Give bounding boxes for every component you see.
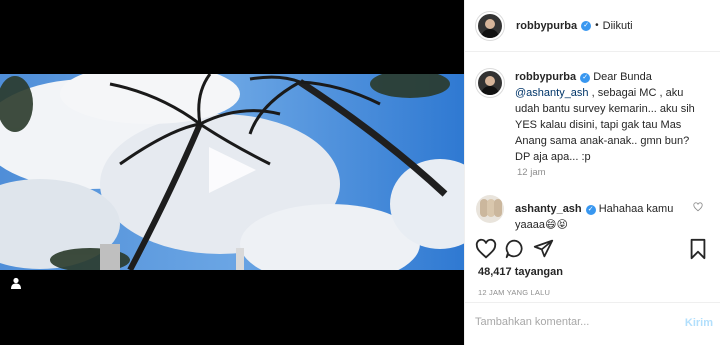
post-timestamp[interactable]: 12 JAM YANG LALU	[478, 288, 550, 297]
comment-like-heart-icon[interactable]	[693, 202, 703, 212]
caption-comment: robbypurba ✓ Dear Bunda @ashanty_ash , se…	[476, 69, 712, 165]
video-player[interactable]	[0, 0, 464, 345]
instagram-post: robbypurba ✓ • Diikuti robbypurba ✓ Dear …	[0, 0, 720, 345]
post-header: robbypurba ✓ • Diikuti	[465, 0, 720, 52]
verified-icon: ✓	[580, 73, 591, 83]
user-tag-icon[interactable]	[10, 277, 22, 289]
caption-username[interactable]: robbypurba	[515, 71, 576, 83]
reply-username[interactable]: ashanty_ash	[515, 203, 582, 215]
send-comment-button[interactable]: Kirim	[685, 317, 713, 329]
comment-input[interactable]	[475, 316, 675, 328]
reply-text: ashanty_ash ✓ Hahahaa kamu yaaaa😄😝	[515, 201, 705, 233]
caption-time[interactable]: 12 jam	[517, 167, 546, 178]
follow-status[interactable]: Diikuti	[603, 20, 633, 32]
comment-icon[interactable]	[504, 238, 525, 259]
view-count[interactable]: 48,417 tayangan	[478, 266, 563, 278]
caption-text: robbypurba ✓ Dear Bunda @ashanty_ash , se…	[515, 69, 705, 165]
reply-avatar[interactable]	[476, 195, 504, 223]
author-avatar[interactable]	[476, 11, 504, 40]
comment-form: Kirim	[465, 302, 720, 345]
play-icon[interactable]	[209, 147, 256, 193]
share-icon[interactable]	[533, 238, 554, 259]
heart-icon[interactable]	[475, 238, 497, 260]
post-sidebar: robbypurba ✓ • Diikuti robbypurba ✓ Dear …	[464, 0, 720, 345]
bookmark-icon[interactable]	[688, 238, 708, 260]
action-bar	[475, 238, 711, 262]
author-username[interactable]: robbypurba	[516, 20, 577, 32]
caption-mention[interactable]: @ashanty_ash	[515, 87, 589, 99]
caption-avatar[interactable]	[476, 69, 504, 97]
verified-icon: ✓	[585, 205, 596, 215]
separator-dot: •	[595, 20, 599, 31]
reply-comment: ashanty_ash ✓ Hahahaa kamu yaaaa😄😝	[476, 195, 712, 233]
comments-section: robbypurba ✓ Dear Bunda @ashanty_ash , se…	[465, 53, 720, 231]
caption-text-pre: Dear Bunda	[593, 71, 652, 83]
verified-icon: ✓	[581, 20, 592, 31]
